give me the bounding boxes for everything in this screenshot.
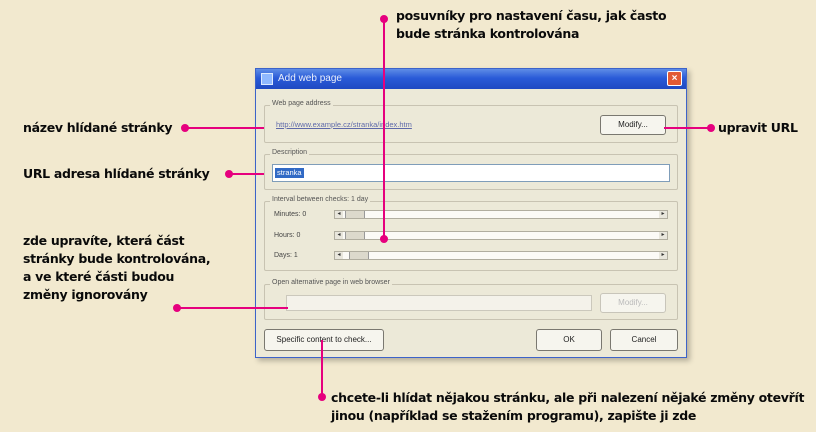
days-slider[interactable]: ◂ ▸ — [334, 251, 668, 260]
hours-right-arrow[interactable]: ▸ — [659, 232, 667, 239]
days-label: Days: 1 — [274, 252, 298, 259]
hours-slider-thumb[interactable] — [345, 232, 365, 239]
callout-dot-alternative — [318, 393, 326, 401]
annotation-modify-part: zde upravíte, která část stránky bude ko… — [23, 232, 211, 304]
callout-line-alternative — [321, 340, 323, 397]
callout-line-url — [228, 173, 264, 175]
callout-line-sliders — [383, 19, 385, 239]
interval-label: Interval between checks: 1 day — [270, 196, 371, 203]
annotation-page-name: název hlídané stránky — [23, 120, 173, 135]
app-icon — [261, 73, 273, 85]
annotation-edit-url: upravit URL — [718, 120, 798, 135]
callout-dot-sliders-bottom — [380, 235, 388, 243]
callout-dot-url — [225, 170, 233, 178]
callout-dot-edit-url — [707, 124, 715, 132]
description-label: Description — [270, 149, 310, 156]
minutes-left-arrow[interactable]: ◂ — [335, 211, 343, 218]
annotation-alternative-line2: jinou (například se stažením programu), … — [331, 408, 697, 423]
callout-line-modify — [176, 307, 288, 309]
annotation-modify-line2: stránky bude kontrolována, — [23, 251, 211, 266]
url-link[interactable]: http://www.example.cz/stranka/index.htm — [276, 120, 412, 129]
dialog-title: Add web page — [278, 73, 342, 84]
annotation-sliders-line2: bude stránka kontrolována — [396, 26, 580, 41]
cancel-button[interactable]: Cancel — [610, 329, 678, 351]
hours-left-arrow[interactable]: ◂ — [335, 232, 343, 239]
callout-dot-page-name — [181, 124, 189, 132]
callout-line-page-name — [184, 127, 264, 129]
alternative-modify-button[interactable]: Modify... — [600, 293, 666, 313]
annotation-sliders-line1: posuvníky pro nastavení času, jak často — [396, 8, 667, 23]
annotation-alternative-line1: chcete-li hlídat nějakou stránku, ale př… — [331, 390, 805, 405]
description-input[interactable]: stranka — [272, 164, 670, 182]
url-group-label: Web page address — [270, 100, 333, 107]
days-slider-thumb[interactable] — [349, 252, 369, 259]
days-right-arrow[interactable]: ▸ — [659, 252, 667, 259]
alternative-page-label: Open alternative page in web browser — [270, 279, 392, 286]
specific-content-button[interactable]: Specific content to check... — [264, 329, 384, 351]
minutes-label: Minutes: 0 — [274, 211, 307, 218]
callout-line-edit-url — [664, 127, 712, 129]
annotation-modify-line4: změny ignorovány — [23, 287, 148, 302]
ok-button[interactable]: OK — [536, 329, 602, 351]
callout-dot-modify — [173, 304, 181, 312]
callout-dot-sliders-top — [380, 15, 388, 23]
close-button[interactable]: × — [667, 71, 682, 86]
description-value: stranka — [275, 168, 304, 178]
minutes-right-arrow[interactable]: ▸ — [659, 211, 667, 218]
annotation-url: URL adresa hlídané stránky — [23, 166, 210, 181]
alternative-url-input[interactable] — [286, 295, 592, 311]
add-web-page-dialog: Add web page × Web page address http://w… — [255, 68, 687, 358]
annotation-modify-line1: zde upravíte, která část — [23, 233, 185, 248]
minutes-slider-thumb[interactable] — [345, 211, 365, 218]
days-left-arrow[interactable]: ◂ — [335, 252, 343, 259]
hours-label: Hours: 0 — [274, 232, 301, 239]
annotation-modify-line3: a ve které části budou — [23, 269, 175, 284]
annotation-alternative-page: chcete-li hlídat nějakou stránku, ale př… — [331, 389, 804, 425]
dialog-titlebar: Add web page × — [256, 69, 686, 89]
modify-url-button[interactable]: Modify... — [600, 115, 666, 135]
annotation-sliders: posuvníky pro nastavení času, jak často … — [396, 7, 667, 43]
